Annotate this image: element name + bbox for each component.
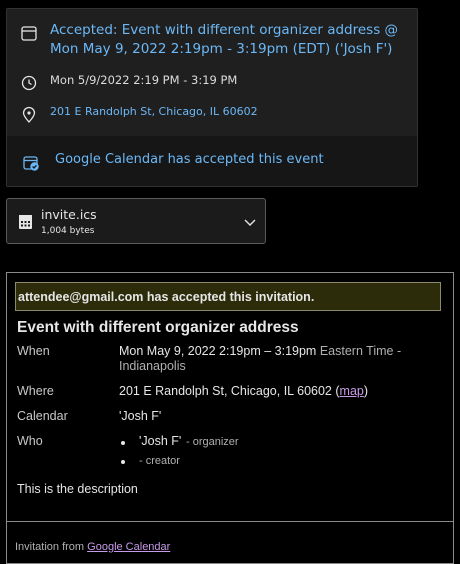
where-value: 201 E Randolph St, Chicago, IL 60602 (ma… [119,384,368,398]
accept-status-bar: Google Calendar has accepted this event [7,136,417,186]
creator-role: - creator [139,455,180,467]
location-pin-icon [20,106,38,124]
who-label: Who [17,434,43,448]
accept-status-text: Google Calendar has accepted this event [55,152,324,167]
google-calendar-link[interactable]: Google Calendar [87,541,170,553]
calendar-accepted-icon [22,154,40,172]
organizer-name: 'Josh F' [139,434,182,448]
chevron-down-icon[interactable] [241,213,259,231]
event-time: Mon 5/9/2022 2:19 PM - 3:19 PM [50,73,238,87]
where-address: 201 E Randolph St, Chicago, IL 60602 [119,384,332,398]
divider [7,521,453,522]
accepted-banner: attendee@gmail.com has accepted this inv… [15,282,441,311]
when-value: Mon May 9, 2022 2:19pm – 3:19pm Eastern … [119,344,439,374]
list-bullet [121,441,125,445]
calendar-icon [20,24,38,42]
event-summary-card: Accepted: Event with different organizer… [6,8,418,187]
event-title-link[interactable]: Accepted: Event with different organizer… [50,21,410,59]
clock-icon [20,74,38,92]
list-bullet [121,460,125,464]
invitation-footer: Invitation from Google Calendar [15,541,170,553]
attachment-invite-ics[interactable]: invite.ics 1,004 bytes [6,198,266,244]
calendar-file-icon [17,213,35,231]
event-description: This is the description [17,482,138,496]
invitation-body: attendee@gmail.com has accepted this inv… [6,272,454,564]
map-link[interactable]: map [340,384,364,398]
calendar-value: 'Josh F' [119,409,162,423]
attachment-file-size: 1,004 bytes [41,226,95,236]
event-location-link[interactable]: 201 E Randolph St, Chicago, IL 60602 [50,105,258,118]
footer-prefix: Invitation from [15,541,85,553]
organizer-role: - organizer [186,436,239,448]
invitation-title: Event with different organizer address [17,319,299,336]
attachment-file-name: invite.ics [41,207,97,222]
where-label: Where [17,384,54,398]
when-time: Mon May 9, 2022 2:19pm – 3:19pm [119,344,317,358]
calendar-label: Calendar [17,409,68,423]
where-paren-close: ) [363,384,369,398]
when-label: When [17,344,50,358]
